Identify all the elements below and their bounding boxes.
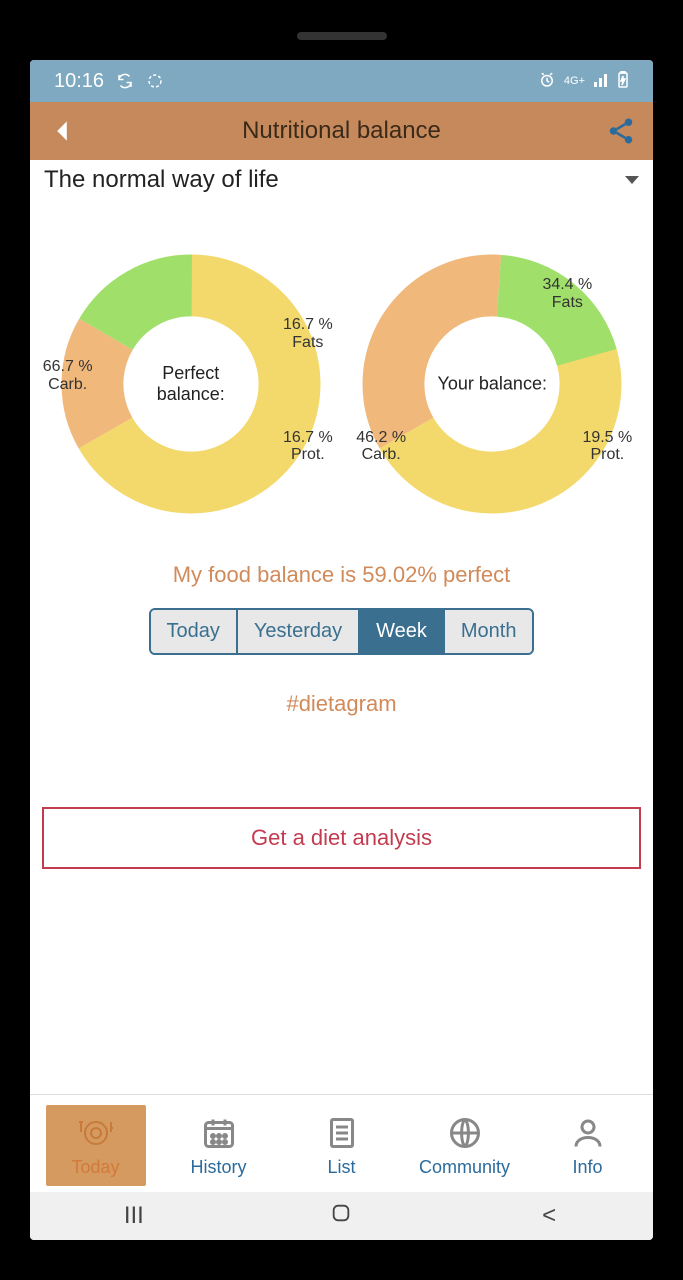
- calendar-icon: [199, 1113, 239, 1153]
- hashtag-label: #dietagram: [30, 691, 653, 717]
- recent-apps-button[interactable]: III: [94, 1202, 174, 1230]
- home-button[interactable]: [301, 1202, 381, 1231]
- back-system-button[interactable]: <: [509, 1202, 589, 1230]
- chart-center-label: Your balance:: [438, 374, 547, 395]
- carb-label: 66.7 %Carb.: [43, 358, 93, 393]
- back-button[interactable]: [44, 113, 80, 149]
- app-bar: Nutritional balance: [30, 102, 653, 160]
- nav-info[interactable]: Info: [538, 1113, 638, 1178]
- balance-summary: My food balance is 59.02% perfect: [30, 562, 653, 588]
- chart-center-label: Perfect balance:: [126, 363, 256, 405]
- network-icon: 4G+: [564, 75, 585, 87]
- tab-week[interactable]: Week: [360, 610, 445, 653]
- battery-icon: [617, 71, 629, 92]
- period-segmented-control: Today Yesterday Week Month: [149, 608, 535, 655]
- perfect-balance-chart: Perfect balance: 16.7 %Fats 66.7 %Carb. …: [61, 254, 321, 514]
- globe-icon: [445, 1113, 485, 1153]
- signal-icon: [593, 72, 609, 91]
- nav-community[interactable]: Community: [415, 1113, 515, 1178]
- your-balance-chart: Your balance: 34.4 %Fats 46.2 %Carb. 19.…: [362, 254, 622, 514]
- loading-icon: [146, 72, 164, 90]
- nav-history[interactable]: History: [169, 1113, 269, 1178]
- status-time: 10:16: [54, 70, 104, 93]
- tab-month[interactable]: Month: [445, 610, 533, 653]
- page-title: Nutritional balance: [242, 117, 441, 145]
- nav-today[interactable]: Today: [46, 1105, 146, 1186]
- alarm-icon: [538, 71, 556, 92]
- tab-yesterday[interactable]: Yesterday: [238, 610, 360, 653]
- fats-label: 16.7 %Fats: [283, 316, 333, 351]
- nav-label: Today: [71, 1157, 119, 1178]
- system-nav-bar: III <: [30, 1192, 653, 1240]
- lifestyle-dropdown[interactable]: The normal way of life: [30, 160, 653, 194]
- dropdown-label: The normal way of life: [44, 166, 279, 194]
- sync-icon: [116, 72, 134, 90]
- status-bar: 10:16 4G+: [30, 60, 653, 102]
- prot-label: 16.7 %Prot.: [283, 429, 333, 464]
- nav-label: History: [190, 1157, 246, 1178]
- list-icon: [322, 1113, 362, 1153]
- nav-label: Community: [419, 1157, 510, 1178]
- person-icon: [568, 1113, 608, 1153]
- share-button[interactable]: [603, 113, 639, 149]
- nav-label: List: [327, 1157, 355, 1178]
- fats-label: 34.4 %Fats: [542, 276, 592, 311]
- prot-label: 19.5 %Prot.: [582, 429, 632, 464]
- nav-list[interactable]: List: [292, 1113, 392, 1178]
- nav-label: Info: [572, 1157, 602, 1178]
- chevron-down-icon: [625, 176, 639, 184]
- bottom-nav: Today History List Community: [30, 1094, 653, 1192]
- get-diet-analysis-button[interactable]: Get a diet analysis: [42, 807, 641, 869]
- tab-today[interactable]: Today: [151, 610, 238, 653]
- carb-label: 46.2 %Carb.: [356, 429, 406, 464]
- plate-icon: [76, 1113, 116, 1153]
